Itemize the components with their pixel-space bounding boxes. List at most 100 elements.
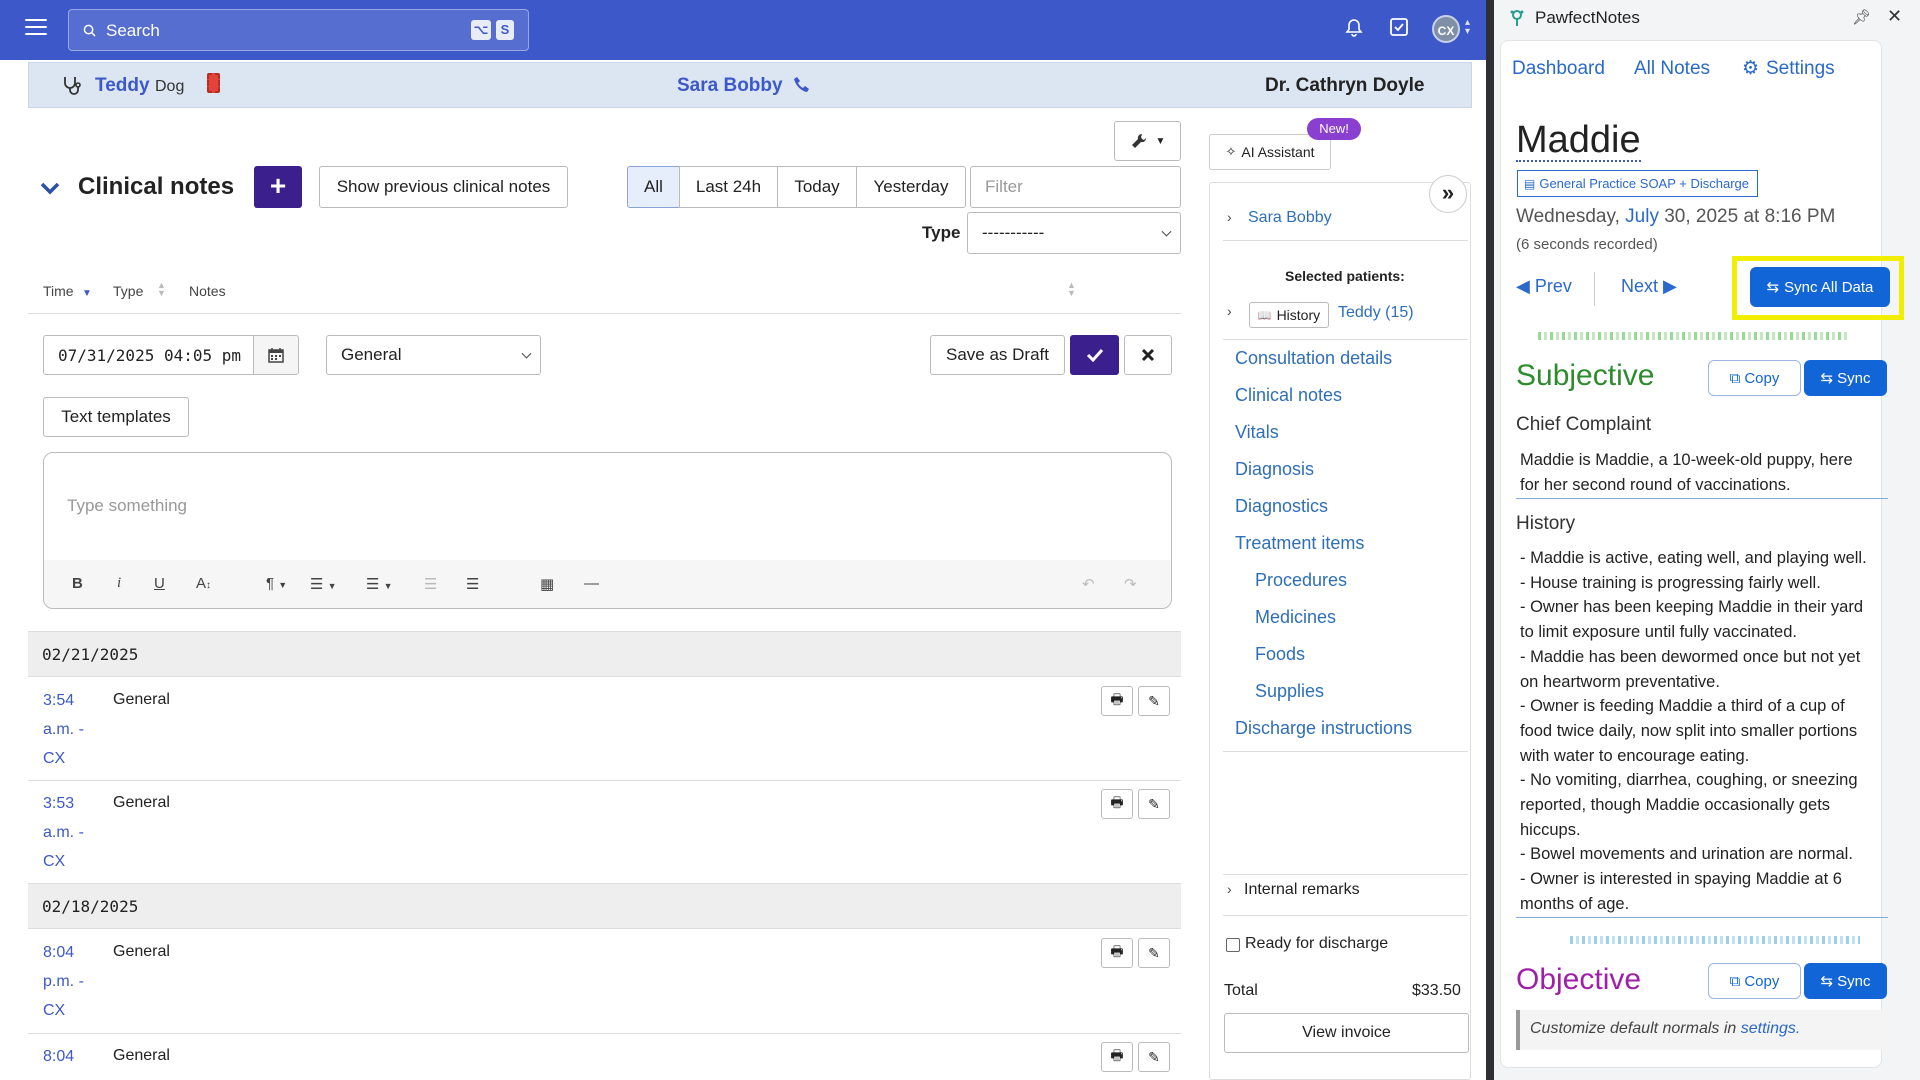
edit-button[interactable]: ✎ bbox=[1138, 789, 1170, 819]
section-consultation-details[interactable]: Consultation details bbox=[1235, 348, 1392, 369]
section-treatment-items[interactable]: Treatment items bbox=[1235, 533, 1364, 554]
view-invoice-button[interactable]: View invoice bbox=[1224, 1013, 1469, 1053]
filter-all-tab[interactable]: All bbox=[627, 166, 680, 208]
note-time-link[interactable]: 8:04 bbox=[43, 1042, 103, 1071]
section-procedures[interactable]: Procedures bbox=[1255, 570, 1347, 591]
ordered-list-icon[interactable]: ☰ ▼ bbox=[310, 575, 337, 593]
redo-icon[interactable]: ↷ bbox=[1124, 575, 1137, 593]
sort-desc-icon[interactable]: ▼ bbox=[82, 288, 92, 299]
filter-last24h-tab[interactable]: Last 24h bbox=[679, 166, 778, 208]
print-button[interactable]: 🖶 bbox=[1101, 938, 1133, 968]
edit-button[interactable]: ✎ bbox=[1138, 1042, 1170, 1072]
sort-icon[interactable]: ▲ ▼ bbox=[157, 281, 166, 298]
edit-button[interactable]: ✎ bbox=[1138, 686, 1170, 716]
settings-link[interactable]: settings. bbox=[1741, 1020, 1801, 1037]
section-discharge-instructions[interactable]: Discharge instructions bbox=[1235, 718, 1412, 739]
tasks-icon[interactable] bbox=[1389, 17, 1409, 37]
outdent-icon[interactable]: ☰ bbox=[424, 575, 437, 593]
sort-arrows-icon[interactable]: ▴ ▾ bbox=[1465, 18, 1470, 37]
chevron-right-icon[interactable]: › bbox=[1227, 209, 1232, 225]
nav-dashboard[interactable]: Dashboard bbox=[1512, 58, 1605, 80]
section-foods[interactable]: Foods bbox=[1255, 644, 1305, 665]
phone-icon[interactable] bbox=[793, 76, 811, 94]
bold-icon[interactable]: B bbox=[72, 575, 83, 592]
text-size-icon[interactable]: A↕ bbox=[196, 575, 211, 592]
indent-icon[interactable]: ☰ bbox=[466, 575, 479, 593]
nav-all-notes[interactable]: All Notes bbox=[1634, 58, 1710, 80]
nav-settings[interactable]: Settings bbox=[1766, 58, 1835, 80]
search-input[interactable]: Search ⌥ S bbox=[68, 9, 529, 51]
ai-assistant-button[interactable]: ✧ AI Assistant bbox=[1209, 134, 1331, 170]
cancel-note-button[interactable] bbox=[1124, 335, 1172, 375]
edit-button[interactable]: ✎ bbox=[1138, 938, 1170, 968]
owner-name[interactable]: Sara Bobby bbox=[677, 75, 783, 97]
section-supplies[interactable]: Supplies bbox=[1255, 681, 1324, 702]
horizontal-rule-icon[interactable]: — bbox=[584, 575, 599, 592]
patient-name-heading[interactable]: Maddie bbox=[1516, 120, 1641, 162]
prev-button[interactable]: ◀ Prev bbox=[1516, 276, 1572, 297]
collapse-chevron-icon[interactable] bbox=[40, 182, 60, 196]
date-month[interactable]: July bbox=[1625, 206, 1659, 227]
bell-icon[interactable] bbox=[1345, 18, 1363, 38]
history-button[interactable]: 📖 History bbox=[1249, 302, 1329, 328]
note-time-link[interactable]: 8:04 p.m. - CX bbox=[43, 938, 103, 1025]
filter-yesterday-tab[interactable]: Yesterday bbox=[856, 166, 966, 208]
chief-complaint-text[interactable]: Maddie is Maddie, a 10-week-old puppy, h… bbox=[1520, 448, 1888, 497]
column-time-header[interactable]: Time bbox=[43, 283, 74, 299]
save-draft-button[interactable]: Save as Draft bbox=[930, 335, 1065, 375]
avatar[interactable]: CX bbox=[1432, 15, 1460, 43]
internal-remarks-toggle[interactable]: Internal remarks bbox=[1244, 881, 1360, 899]
section-diagnostics[interactable]: Diagnostics bbox=[1235, 496, 1328, 517]
close-panel-icon[interactable]: ✕ bbox=[1887, 6, 1902, 27]
note-editor[interactable]: Type something bbox=[43, 452, 1172, 609]
sync-all-button[interactable]: ⇆ Sync All Data bbox=[1750, 267, 1890, 307]
print-button[interactable]: 🖶 bbox=[1101, 1042, 1133, 1072]
section-vitals[interactable]: Vitals bbox=[1235, 422, 1279, 443]
owner-link[interactable]: Sara Bobby bbox=[1248, 209, 1332, 227]
text-templates-button[interactable]: Text templates bbox=[43, 397, 189, 437]
save-note-button[interactable] bbox=[1070, 335, 1119, 375]
objective-sync-button[interactable]: ⇆ Sync bbox=[1804, 963, 1887, 999]
undo-icon[interactable]: ↶ bbox=[1082, 575, 1095, 593]
subjective-sync-button[interactable]: ⇆ Sync bbox=[1804, 360, 1887, 396]
section-diagnosis[interactable]: Diagnosis bbox=[1235, 459, 1314, 480]
add-note-button[interactable]: + bbox=[254, 166, 302, 208]
table-icon[interactable]: ▦ bbox=[540, 575, 554, 593]
note-type-select[interactable]: General bbox=[326, 335, 541, 375]
collapse-pane-button[interactable]: » bbox=[1429, 175, 1467, 213]
filter-input[interactable]: Filter bbox=[970, 166, 1181, 208]
tools-dropdown-button[interactable]: ▼ bbox=[1114, 121, 1181, 161]
note-time-link[interactable]: 3:54 a.m. - CX bbox=[43, 686, 103, 773]
print-button[interactable]: 🖶 bbox=[1101, 789, 1133, 819]
sort-icon[interactable]: ▲ ▼ bbox=[1067, 281, 1076, 298]
ready-discharge-checkbox[interactable] bbox=[1226, 938, 1240, 952]
objective-copy-button[interactable]: ⧉ Copy bbox=[1708, 963, 1801, 999]
gear-icon[interactable]: ⚙ bbox=[1742, 57, 1759, 80]
filter-today-tab[interactable]: Today bbox=[777, 166, 857, 208]
column-type-header[interactable]: Type bbox=[113, 283, 143, 299]
subjective-copy-button[interactable]: ⧉ Copy bbox=[1708, 360, 1801, 396]
chevron-right-icon[interactable]: › bbox=[1227, 303, 1232, 319]
next-button[interactable]: Next ▶ bbox=[1621, 276, 1677, 297]
show-previous-notes-button[interactable]: Show previous clinical notes bbox=[319, 166, 568, 208]
patient-name[interactable]: Teddy bbox=[95, 75, 150, 97]
column-notes-header[interactable]: Notes bbox=[189, 283, 226, 299]
chevron-right-icon[interactable]: › bbox=[1227, 881, 1232, 897]
sync-all-label: Sync All Data bbox=[1784, 278, 1874, 296]
template-tag[interactable]: ▤ General Practice SOAP + Discharge bbox=[1517, 170, 1759, 197]
bullet-list-icon[interactable]: ☰ ▼ bbox=[366, 575, 393, 593]
section-clinical-notes[interactable]: Clinical notes bbox=[1235, 385, 1342, 406]
underline-icon[interactable]: U bbox=[154, 575, 165, 592]
note-time-link[interactable]: 3:53 a.m. - CX bbox=[43, 789, 103, 876]
section-medicines[interactable]: Medicines bbox=[1255, 607, 1336, 628]
history-text[interactable]: - Maddie is active, eating well, and pla… bbox=[1520, 546, 1890, 917]
calendar-button[interactable] bbox=[253, 335, 299, 375]
pin-icon[interactable]: 📌︎ bbox=[1852, 8, 1871, 26]
patient-link[interactable]: Teddy (15) bbox=[1338, 304, 1414, 322]
menu-icon[interactable] bbox=[25, 19, 47, 35]
italic-icon[interactable]: i bbox=[117, 575, 121, 592]
note-datetime-input[interactable]: 07/31/2025 04:05 pm bbox=[43, 335, 254, 375]
type-select[interactable]: ----------- bbox=[967, 212, 1181, 254]
print-button[interactable]: 🖶 bbox=[1101, 686, 1133, 716]
paragraph-icon[interactable]: ¶ ▼ bbox=[266, 575, 287, 592]
